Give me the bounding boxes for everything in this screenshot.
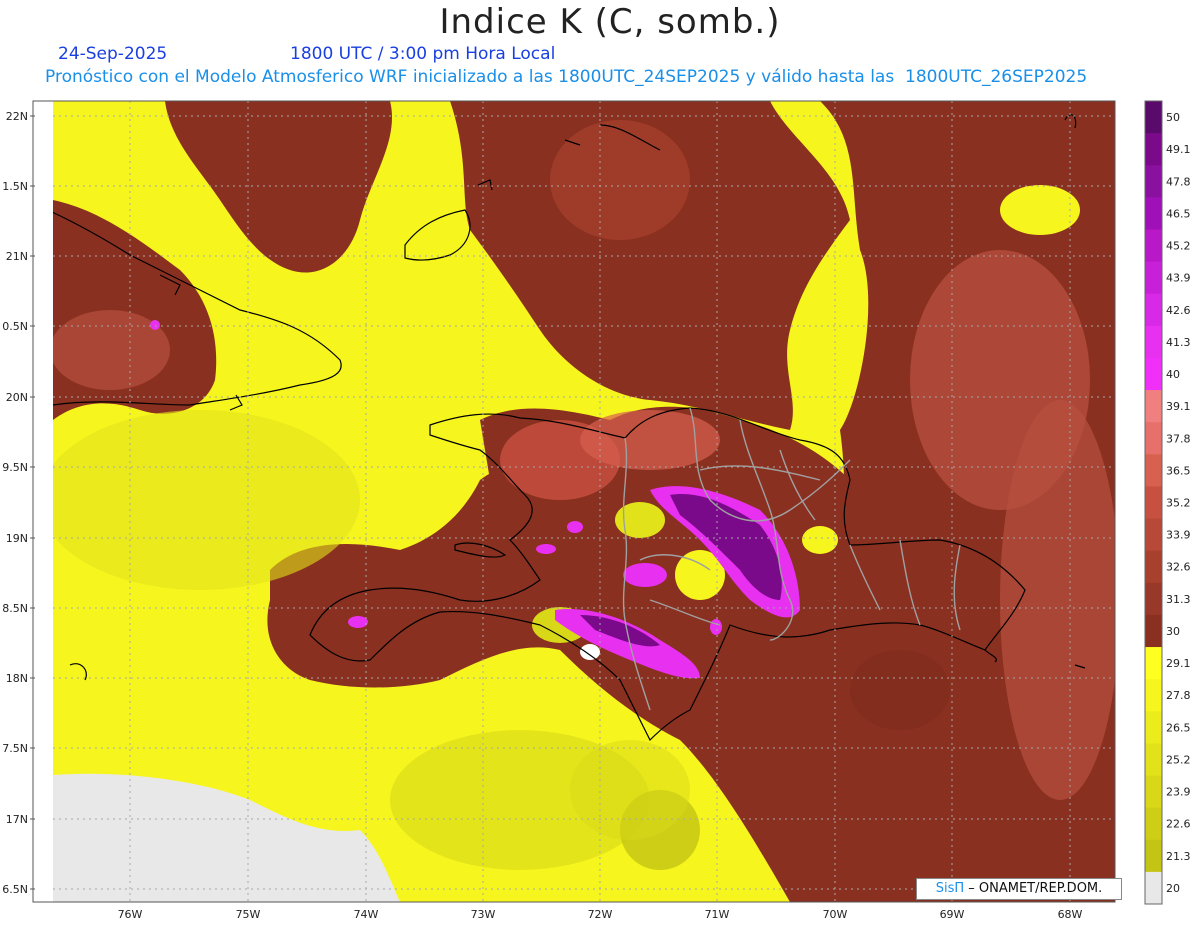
sispi-logo: SisΠ <box>935 881 965 896</box>
colorbar-swatch <box>1145 711 1162 744</box>
lat-label: 0.5N <box>2 320 28 333</box>
colorbar-swatch <box>1145 357 1162 391</box>
longitude-axis: 76W 75W 74W 73W 72W 71W 70W 69W 68W <box>118 908 1083 921</box>
colorbar-label: 31.3 <box>1166 593 1191 606</box>
colorbar-label: 37.8 <box>1166 432 1191 445</box>
lon-label: 74W <box>354 908 379 921</box>
lat-label: 17N <box>6 813 28 826</box>
colorbar-label: 47.8 <box>1166 175 1191 188</box>
colorbar-label: 22.6 <box>1166 818 1191 831</box>
credit-box: SisΠ – ONAMET/REP.DOM. <box>916 878 1122 900</box>
lat-label: 22N <box>6 110 28 123</box>
k-index-field <box>53 101 1115 902</box>
colorbar-label: 49.1 <box>1166 143 1191 156</box>
colorbar-swatch <box>1145 614 1162 648</box>
latitude-axis: 22N 1.5N 21N 0.5N 20N 9.5N 19N 8.5N 18N … <box>2 110 28 896</box>
colorbar-swatch <box>1145 550 1162 584</box>
colorbar-label: 39.1 <box>1166 400 1191 413</box>
lon-label: 75W <box>236 908 261 921</box>
colorbar-swatch <box>1145 486 1162 520</box>
lat-label: 20N <box>6 391 28 404</box>
colorbar-label: 29.1 <box>1166 657 1191 670</box>
colorbar-swatch <box>1145 390 1162 423</box>
colorbar-swatch <box>1145 679 1162 712</box>
colorbar-swatch <box>1145 454 1162 487</box>
colorbar: 50 49.1 47.8 46.5 45.2 43.9 42.6 41.3 40 39.1 37.8… <box>1144 100 1191 905</box>
colorbar-swatch <box>1145 775 1162 809</box>
lat-label: 6.5N <box>2 883 28 896</box>
credit-text: – ONAMET/REP.DOM. <box>964 881 1103 896</box>
colorbar-label: 20 <box>1166 882 1180 895</box>
colorbar-swatch <box>1145 133 1162 166</box>
colorbar-label: 25.2 <box>1166 753 1191 766</box>
colorbar-swatch <box>1145 582 1162 616</box>
colorbar-label: 42.6 <box>1166 304 1191 317</box>
colorbar-swatch <box>1145 101 1162 134</box>
colorbar-swatch <box>1145 293 1162 327</box>
colorbar-label: 35.2 <box>1166 497 1191 510</box>
colorbar-swatch <box>1145 871 1162 905</box>
colorbar-swatch <box>1145 261 1162 295</box>
lat-label: 19N <box>6 532 28 545</box>
lat-label: 1.5N <box>2 180 28 193</box>
colorbar-label: 40 <box>1166 368 1180 381</box>
colorbar-label: 30 <box>1166 625 1180 638</box>
colorbar-swatch <box>1145 647 1162 680</box>
lon-label: 76W <box>118 908 143 921</box>
colorbar-swatch <box>1145 422 1162 455</box>
lat-label: 9.5N <box>2 461 28 474</box>
colorbar-label: 45.2 <box>1166 240 1191 253</box>
colorbar-swatch <box>1145 807 1162 841</box>
lat-label: 7.5N <box>2 742 28 755</box>
colorbar-label: 43.9 <box>1166 272 1191 285</box>
lat-label: 21N <box>6 250 28 263</box>
colorbar-swatch <box>1145 165 1162 198</box>
colorbar-label: 33.9 <box>1166 529 1191 542</box>
colorbar-swatch <box>1145 518 1162 552</box>
colorbar-swatch <box>1145 743 1162 777</box>
colorbar-swatch <box>1145 325 1162 359</box>
lon-label: 72W <box>588 908 613 921</box>
colorbar-label: 26.5 <box>1166 721 1191 734</box>
lat-label: 18N <box>6 672 28 685</box>
map-figure: 22N 1.5N 21N 0.5N 20N 9.5N 19N 8.5N 18N … <box>2 100 1191 921</box>
colorbar-label: 36.5 <box>1166 464 1191 477</box>
lat-label: 8.5N <box>2 602 28 615</box>
lon-label: 68W <box>1058 908 1083 921</box>
colorbar-label: 46.5 <box>1166 207 1191 220</box>
colorbar-swatch <box>1145 229 1162 263</box>
lon-label: 71W <box>705 908 730 921</box>
colorbar-label: 41.3 <box>1166 336 1191 349</box>
colorbar-label: 50 <box>1166 111 1180 124</box>
colorbar-label: 27.8 <box>1166 689 1191 702</box>
lon-label: 70W <box>823 908 848 921</box>
colorbar-label: 32.6 <box>1166 561 1191 574</box>
lon-label: 73W <box>471 908 496 921</box>
colorbar-swatch <box>1145 839 1162 873</box>
colorbar-label: 23.9 <box>1166 786 1191 799</box>
colorbar-swatch <box>1145 197 1162 230</box>
colorbar-label: 21.3 <box>1166 850 1191 863</box>
lon-label: 69W <box>940 908 965 921</box>
